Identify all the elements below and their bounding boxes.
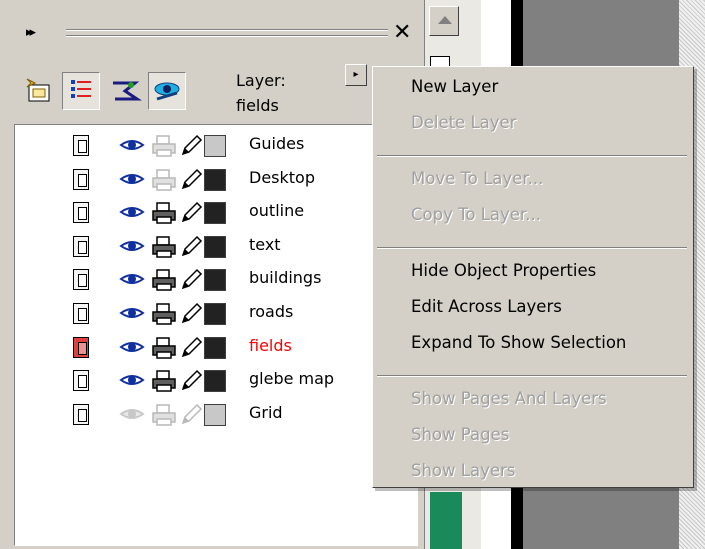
- layer-page-icon[interactable]: [73, 403, 89, 425]
- printer-icon[interactable]: [151, 134, 177, 158]
- layer-color-swatch[interactable]: [204, 168, 226, 191]
- layer-row[interactable]: Guides: [15, 129, 415, 162]
- layer-row[interactable]: Desktop: [15, 163, 415, 196]
- printer-icon[interactable]: [151, 336, 177, 360]
- printer-icon[interactable]: [151, 168, 177, 192]
- layer-color-swatch[interactable]: [204, 370, 226, 393]
- layer-page-icon[interactable]: [73, 202, 89, 224]
- object-manager-docker: ▸▸ ✕ Layer: fields ▸ Guides Desktop outl…: [0, 0, 424, 549]
- pencil-icon[interactable]: [179, 403, 203, 427]
- menu-item-edit-across-layers[interactable]: Edit Across Layers: [411, 297, 562, 316]
- pencil-icon[interactable]: [179, 134, 203, 158]
- printer-icon[interactable]: [151, 268, 177, 292]
- layer-page-icon[interactable]: [73, 168, 89, 190]
- layer-manager-view-button[interactable]: [106, 72, 144, 110]
- pencil-icon[interactable]: [179, 302, 203, 326]
- layer-name[interactable]: outline: [249, 201, 304, 220]
- layer-page-icon[interactable]: [73, 336, 89, 358]
- edit-across-layers-button[interactable]: [148, 72, 186, 110]
- layer-list: Guides Desktop outline text buildings ro…: [14, 124, 418, 546]
- layer-row[interactable]: fields: [15, 331, 415, 364]
- pencil-icon[interactable]: [179, 336, 203, 360]
- layer-context-menu: New Layer Delete Layer Move To Layer... Cop…: [372, 66, 694, 488]
- layer-name[interactable]: text: [249, 235, 281, 254]
- layer-color-swatch[interactable]: [204, 336, 226, 359]
- printer-icon[interactable]: [151, 302, 177, 326]
- eye-icon[interactable]: [119, 372, 145, 388]
- layer-color-swatch[interactable]: [204, 403, 226, 426]
- pencil-icon[interactable]: [179, 369, 203, 393]
- layer-page-icon[interactable]: [73, 269, 89, 291]
- layer-page-icon[interactable]: [73, 303, 89, 324]
- eye-icon[interactable]: [119, 204, 145, 220]
- pencil-icon[interactable]: [179, 168, 203, 192]
- layer-color-swatch[interactable]: [204, 303, 226, 325]
- menu-item-new-layer[interactable]: New Layer: [411, 77, 498, 96]
- docker-title-bar[interactable]: ▸▸ ✕: [8, 16, 418, 50]
- layer-name[interactable]: Grid: [249, 403, 283, 422]
- menu-item-move-to-layer[interactable]: Move To Layer...: [411, 169, 543, 188]
- eye-icon[interactable]: [119, 137, 145, 153]
- printer-icon[interactable]: [151, 369, 177, 393]
- eye-icon[interactable]: [119, 305, 145, 321]
- layer-row[interactable]: outline: [15, 196, 415, 229]
- layer-name[interactable]: glebe map: [249, 369, 334, 388]
- layer-page-icon[interactable]: [73, 235, 89, 257]
- docker-toolbar: [20, 68, 220, 114]
- layer-color-swatch[interactable]: [204, 269, 226, 292]
- menu-item-copy-to-layer[interactable]: Copy To Layer...: [411, 205, 541, 224]
- printer-icon[interactable]: [151, 403, 177, 427]
- eye-icon[interactable]: [119, 271, 145, 287]
- menu-separator: [377, 247, 687, 249]
- layer-name[interactable]: fields: [249, 336, 292, 355]
- layer-color-swatch[interactable]: [204, 202, 226, 225]
- eye-icon[interactable]: [119, 171, 145, 187]
- layer-row[interactable]: text: [15, 230, 415, 263]
- menu-item-hide-object-properties[interactable]: Hide Object Properties: [411, 261, 596, 280]
- menu-item-show-pages[interactable]: Show Pages: [411, 425, 509, 444]
- menu-item-expand-to-show-selection[interactable]: Expand To Show Selection: [411, 333, 626, 352]
- layer-manager-view-2-icon: [113, 81, 142, 101]
- current-layer-label: Layer: fields: [236, 68, 286, 118]
- palette-swatch-green[interactable]: [430, 492, 462, 549]
- menu-item-delete-layer[interactable]: Delete Layer: [411, 113, 516, 132]
- close-icon[interactable]: ✕: [393, 16, 411, 50]
- layer-color-swatch[interactable]: [204, 135, 226, 157]
- layer-name[interactable]: roads: [249, 302, 293, 321]
- current-layer-name: fields: [236, 96, 279, 115]
- flyout-menu-button[interactable]: ▸: [345, 64, 367, 86]
- new-layer-button[interactable]: [20, 72, 58, 110]
- scroll-up-button[interactable]: [429, 6, 459, 36]
- menu-separator: [377, 155, 687, 157]
- layer-row[interactable]: roads: [15, 297, 415, 330]
- layer-page-icon[interactable]: [73, 370, 89, 392]
- layer-row[interactable]: Grid: [15, 398, 415, 431]
- menu-item-show-layers[interactable]: Show Layers: [411, 461, 515, 480]
- eye-icon[interactable]: [119, 339, 145, 355]
- layer-manager-view-icon: [71, 80, 91, 98]
- menu-separator: [377, 375, 687, 377]
- eye-icon[interactable]: [119, 406, 145, 422]
- layer-row[interactable]: glebe map: [15, 364, 415, 397]
- title-grip-line: [66, 29, 388, 31]
- layer-page-icon[interactable]: [73, 135, 89, 156]
- edit-across-layers-icon: [154, 82, 180, 101]
- layer-color-swatch[interactable]: [204, 235, 226, 258]
- title-grip-line: [66, 35, 388, 37]
- pencil-icon[interactable]: [179, 268, 203, 292]
- show-object-properties-button[interactable]: [62, 72, 100, 110]
- pencil-icon[interactable]: [179, 201, 203, 225]
- menu-item-show-pages-and-layers[interactable]: Show Pages And Layers: [411, 389, 607, 408]
- layer-caption: Layer:: [236, 71, 286, 90]
- printer-icon[interactable]: [151, 201, 177, 225]
- printer-icon[interactable]: [151, 235, 177, 259]
- layer-row[interactable]: buildings: [15, 263, 415, 296]
- new-layer-icon: [26, 78, 50, 102]
- eye-icon[interactable]: [119, 238, 145, 254]
- pencil-icon[interactable]: [179, 235, 203, 259]
- layer-name[interactable]: Guides: [249, 134, 304, 153]
- layer-name[interactable]: buildings: [249, 268, 321, 287]
- expand-grip-icon[interactable]: ▸▸: [26, 25, 36, 40]
- layer-name[interactable]: Desktop: [249, 168, 315, 187]
